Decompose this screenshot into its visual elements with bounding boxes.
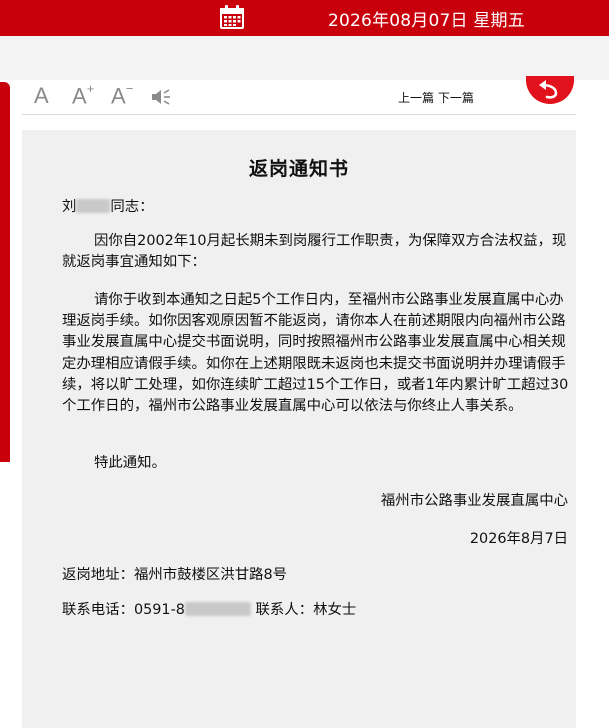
reader-toolbar: A A+ A− 上一篇 下一篇 bbox=[22, 80, 576, 115]
paragraph-3: 特此通知。 bbox=[94, 455, 166, 471]
address-line: 返岗地址：福州市鼓楼区洪甘路8号 bbox=[62, 567, 288, 583]
article-body: 返岗通知书 刘同志： 因你自2002年10月起长期未到岗履行工作职责，为保障双方… bbox=[22, 130, 576, 728]
article-pager: 上一篇 下一篇 bbox=[398, 89, 474, 106]
font-decrease-button[interactable]: A− bbox=[111, 81, 133, 109]
font-default-button[interactable]: A bbox=[34, 83, 49, 109]
salutation: 刘同志： bbox=[62, 199, 154, 215]
next-article-link[interactable]: 下一篇 bbox=[438, 91, 474, 105]
left-panel-edge bbox=[0, 82, 10, 462]
contact-line: 联系电话：0591-8 联系人：林女士 bbox=[62, 602, 357, 618]
header-spacer bbox=[0, 36, 609, 80]
document-title: 返岗通知书 bbox=[248, 158, 349, 180]
sign-date: 2026年8月7日 bbox=[469, 531, 568, 547]
prev-article-link[interactable]: 上一篇 bbox=[398, 91, 434, 105]
redacted-phone bbox=[184, 602, 251, 616]
font-increase-button[interactable]: A+ bbox=[72, 81, 94, 109]
header-date: 2026年08月07日 星期五 bbox=[328, 11, 525, 31]
speaker-icon[interactable] bbox=[150, 88, 172, 106]
paragraph-2: 请你于收到本通知之日起5个工作日内，至福州市公路事业发展直属中心办理返岗手续。如… bbox=[62, 292, 569, 415]
calendar-icon bbox=[220, 5, 244, 29]
paragraph-1: 因你自2002年10月起长期未到岗履行工作职责，为保障双方合法权益，现就返岗事宜… bbox=[62, 233, 567, 271]
signature: 福州市公路事业发展直属中心 bbox=[380, 493, 568, 509]
redacted-name bbox=[76, 199, 111, 213]
back-arrow-icon bbox=[539, 80, 558, 99]
header-bar: 2026年08月07日 星期五 bbox=[0, 0, 609, 36]
